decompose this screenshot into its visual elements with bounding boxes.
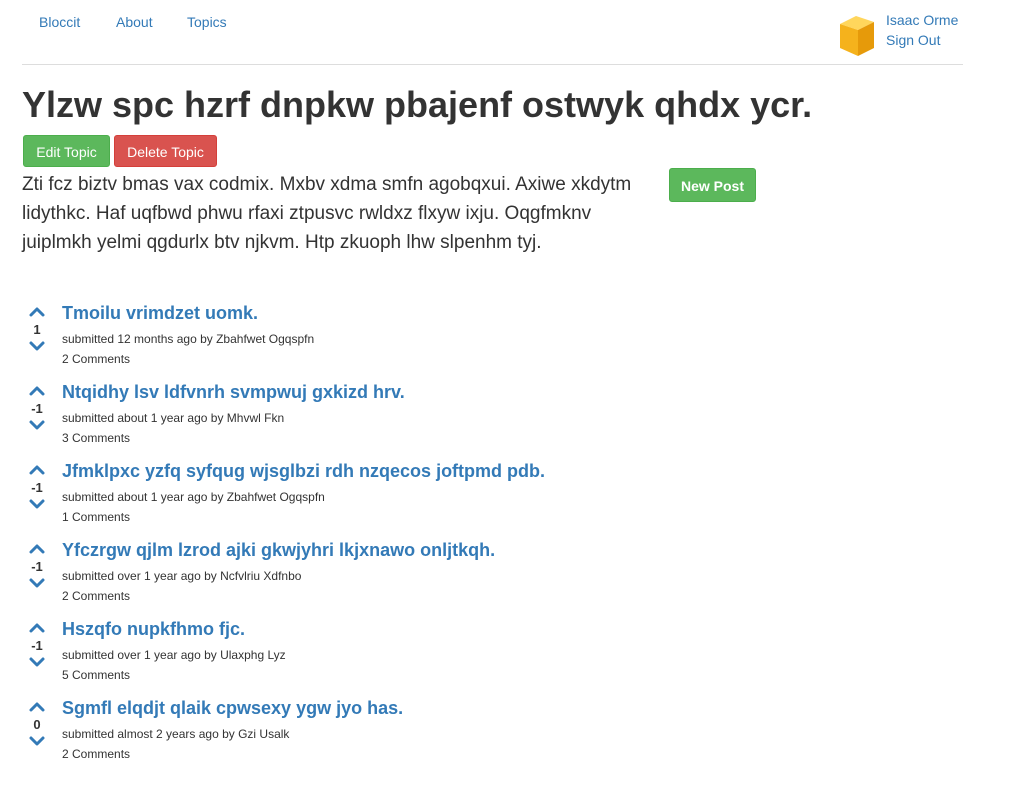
chevron-up-icon[interactable]	[28, 542, 46, 556]
post-item: 0 Sgmfl elqdjt qlaik cpwsexy ygw jyo has…	[22, 695, 662, 774]
sign-out-link[interactable]: Sign Out	[886, 32, 940, 48]
chevron-down-icon[interactable]	[28, 576, 46, 590]
chevron-up-icon[interactable]	[28, 621, 46, 635]
vote-widget: 1	[28, 305, 46, 353]
post-meta: submitted 12 months ago by Zbahfwet Ogqs…	[62, 332, 315, 346]
top-navbar: Bloccit About Topics Isaac Orme Sign Out	[22, 0, 963, 65]
vote-widget: -1	[28, 463, 46, 511]
post-item: 1 Tmoilu vrimdzet uomk. submitted 12 mon…	[22, 300, 662, 379]
chevron-up-icon[interactable]	[28, 384, 46, 398]
delete-topic-button[interactable]: Delete Topic	[114, 135, 217, 167]
post-meta: submitted about 1 year ago by Zbahfwet O…	[62, 490, 325, 504]
vote-count: 1	[33, 322, 41, 337]
chevron-down-icon[interactable]	[28, 655, 46, 669]
post-item: -1 Jfmklpxc yzfq syfqug wjsglbzi rdh nzq…	[22, 458, 662, 537]
post-comment-count: 2 Comments	[62, 747, 131, 761]
topic-description: Zti fcz biztv bmas vax codmix. Mxbv xdma…	[22, 174, 632, 253]
vote-count: -1	[31, 638, 43, 653]
post-title-link[interactable]: Yfczrgw qjlm lzrod ajki gkwjyhri lkjxnaw…	[62, 540, 495, 561]
post-meta: submitted over 1 year ago by Ulaxphg Lyz	[62, 648, 286, 662]
post-meta: submitted about 1 year ago by Mhvwl Fkn	[62, 411, 285, 425]
post-comment-count: 2 Comments	[62, 352, 131, 366]
page-title: Ylzw spc hzrf dnpkw pbajenf ostwyk qhdx …	[22, 84, 813, 125]
vote-widget: 0	[28, 700, 46, 748]
post-title-link[interactable]: Jfmklpxc yzfq syfqug wjsglbzi rdh nzqeco…	[62, 461, 545, 482]
edit-topic-button[interactable]: Edit Topic	[23, 135, 110, 167]
post-title-link[interactable]: Hszqfo nupkfhmo fjc.	[62, 619, 245, 640]
chevron-down-icon[interactable]	[28, 734, 46, 748]
vote-widget: -1	[28, 542, 46, 590]
post-comment-count: 2 Comments	[62, 589, 131, 603]
post-item: -1 Hszqfo nupkfhmo fjc. submitted over 1…	[22, 616, 662, 695]
post-title-link[interactable]: Tmoilu vrimdzet uomk.	[62, 303, 258, 324]
post-item: -1 Yfczrgw qjlm lzrod ajki gkwjyhri lkjx…	[22, 537, 662, 616]
vote-widget: -1	[28, 621, 46, 669]
new-post-button[interactable]: New Post	[669, 168, 756, 202]
chevron-up-icon[interactable]	[28, 463, 46, 477]
post-meta: submitted almost 2 years ago by Gzi Usal…	[62, 727, 290, 741]
nav-about-link[interactable]: About	[116, 14, 153, 30]
post-meta: submitted over 1 year ago by Ncfvlriu Xd…	[62, 569, 302, 583]
nav-topics-link[interactable]: Topics	[187, 14, 227, 30]
post-list: 1 Tmoilu vrimdzet uomk. submitted 12 mon…	[22, 300, 662, 774]
user-name-link[interactable]: Isaac Orme	[886, 12, 958, 28]
chevron-up-icon[interactable]	[28, 305, 46, 319]
chevron-down-icon[interactable]	[28, 497, 46, 511]
vote-count: 0	[33, 717, 41, 732]
chevron-down-icon[interactable]	[28, 418, 46, 432]
chevron-down-icon[interactable]	[28, 339, 46, 353]
chevron-up-icon[interactable]	[28, 700, 46, 714]
post-comment-count: 5 Comments	[62, 668, 131, 682]
nav-brand-link[interactable]: Bloccit	[39, 14, 80, 30]
post-comment-count: 3 Comments	[62, 431, 131, 445]
vote-count: -1	[31, 480, 43, 495]
post-title-link[interactable]: Sgmfl elqdjt qlaik cpwsexy ygw jyo has.	[62, 698, 403, 719]
post-item: -1 Ntqidhy lsv ldfvnrh svmpwuj gxkizd hr…	[22, 379, 662, 458]
user-box: Isaac Orme Sign Out	[834, 10, 964, 58]
cube-avatar-icon[interactable]	[834, 12, 880, 58]
post-comment-count: 1 Comments	[62, 510, 131, 524]
vote-widget: -1	[28, 384, 46, 432]
post-title-link[interactable]: Ntqidhy lsv ldfvnrh svmpwuj gxkizd hrv.	[62, 382, 405, 403]
vote-count: -1	[31, 401, 43, 416]
vote-count: -1	[31, 559, 43, 574]
